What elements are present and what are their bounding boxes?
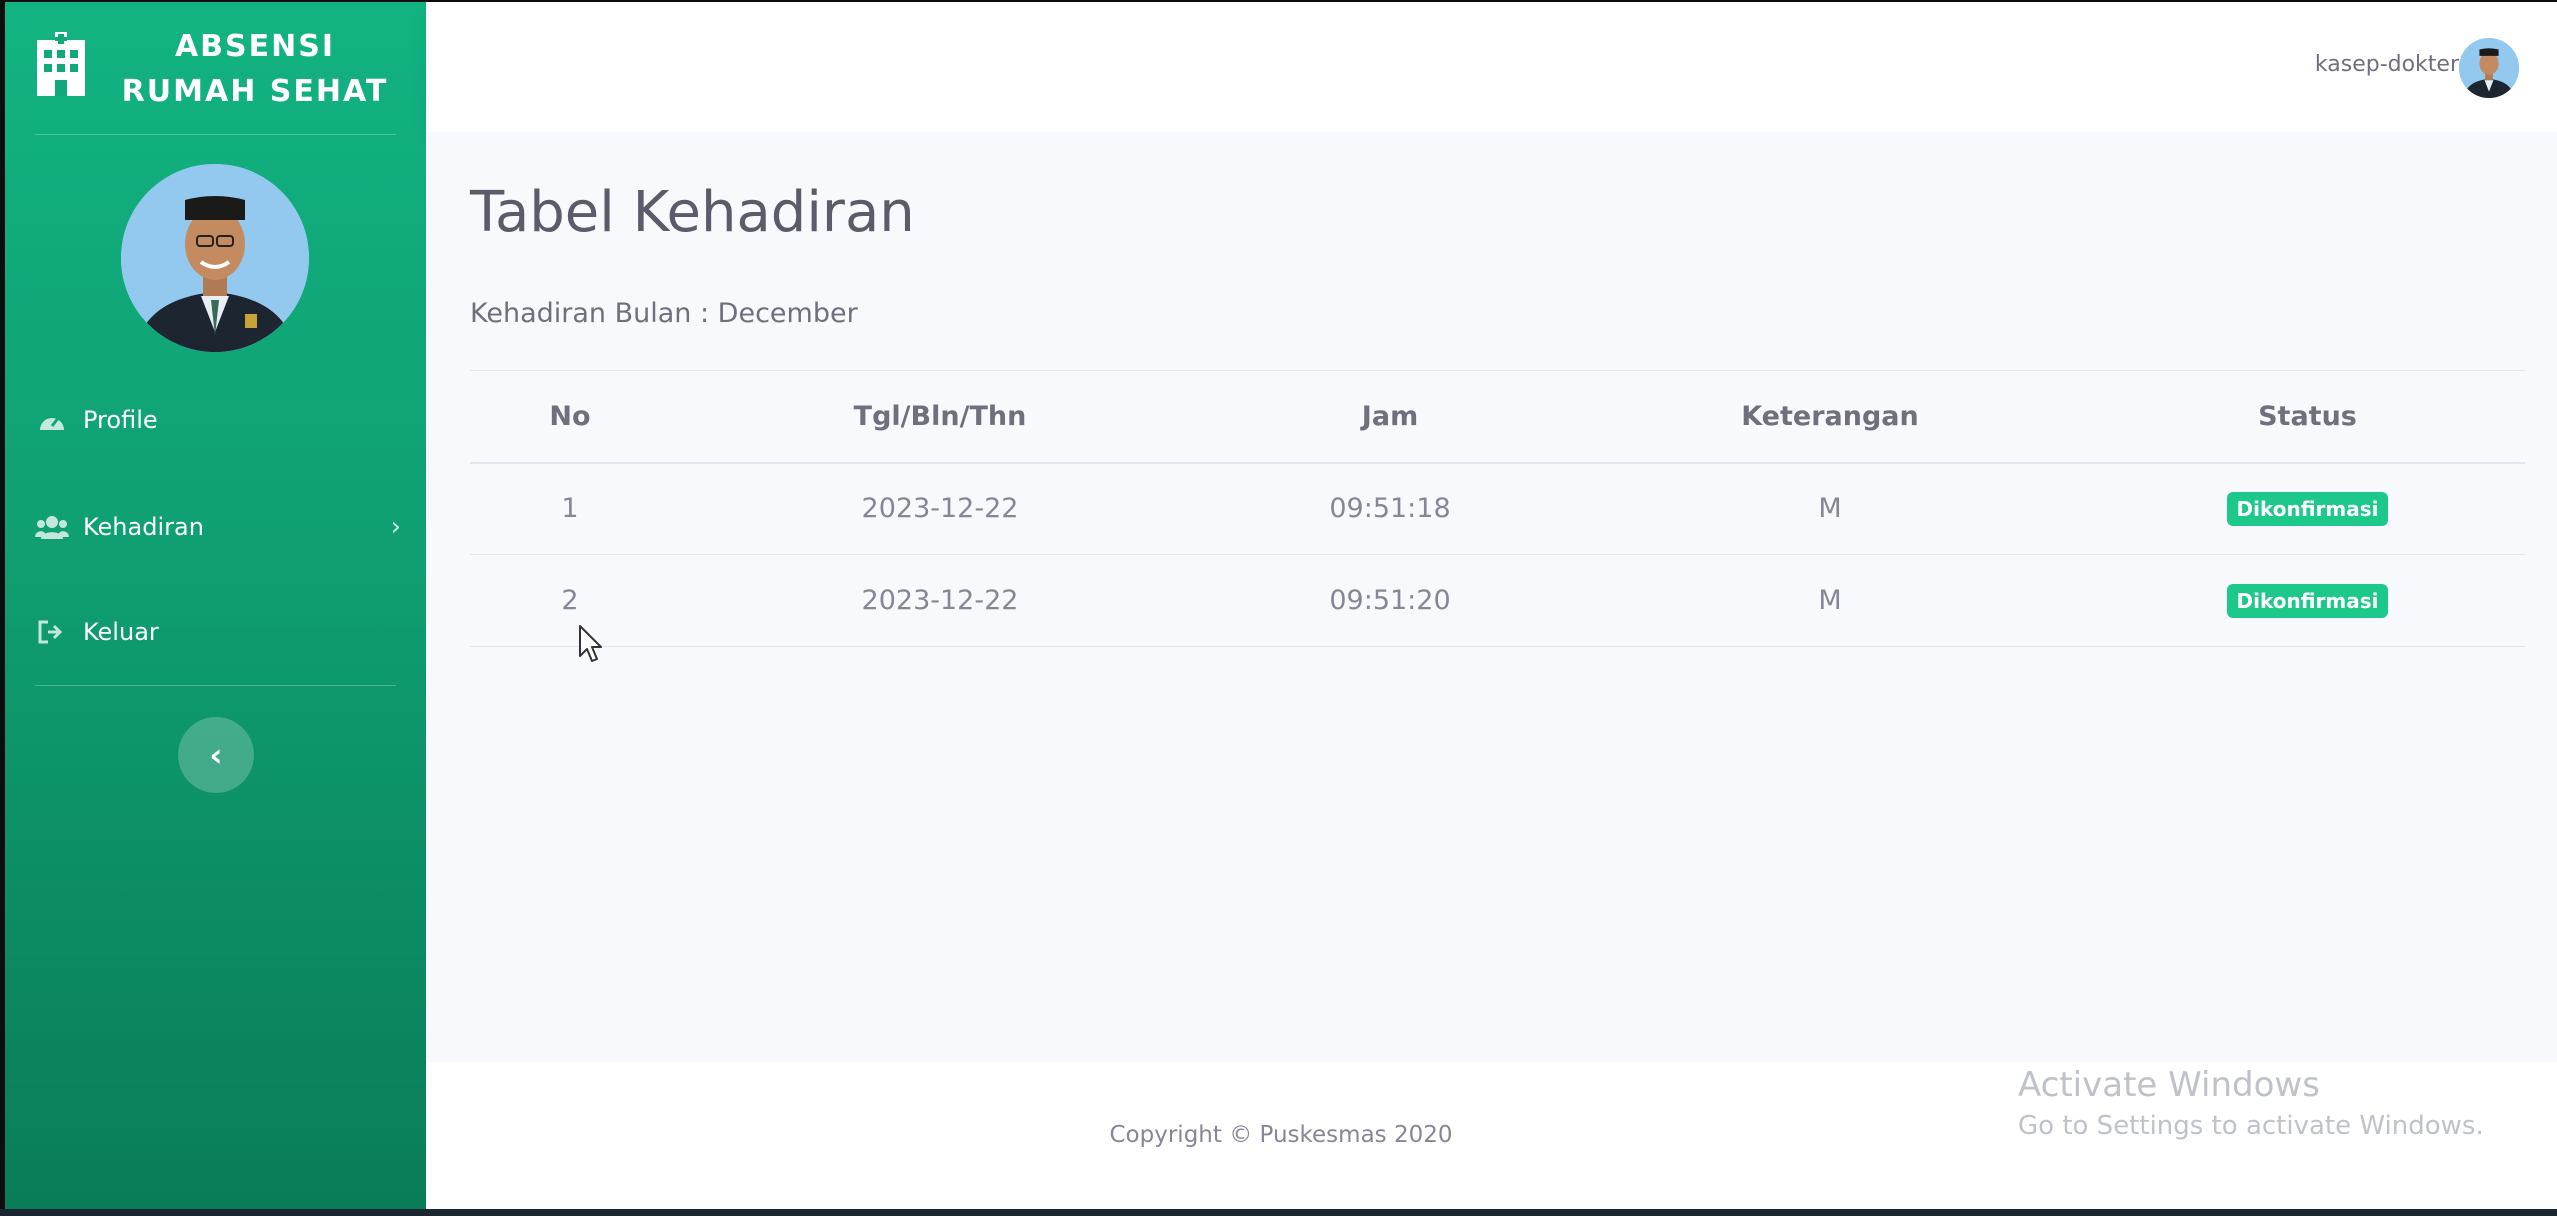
column-header-time: Jam	[1210, 370, 1570, 464]
topbar: kasep-dokter	[426, 2, 2557, 132]
cell-keterangan: M	[1570, 462, 2090, 555]
brand-title: ABSENSI RUMAH SEHAT	[105, 24, 405, 114]
cell-date: 2023-12-22	[670, 462, 1210, 555]
column-header-date: Tgl/Bln/Thn	[670, 370, 1210, 464]
hospital-icon	[37, 32, 85, 96]
attendance-table: No Tgl/Bln/Thn Jam Keterangan Status 1 2…	[470, 370, 2525, 647]
sidebar-brand[interactable]: ABSENSI RUMAH SEHAT	[5, 2, 426, 134]
taskbar-strip	[0, 1209, 2557, 1216]
sidebar-item-profile[interactable]: Profile	[35, 390, 405, 450]
brand-line-2: RUMAH SEHAT	[121, 74, 389, 109]
table-row: 2 2023-12-22 09:51:20 M Dikonfirmasi	[470, 554, 2525, 647]
table-row: 1 2023-12-22 09:51:18 M Dikonfirmasi	[470, 462, 2525, 555]
cell-date: 2023-12-22	[670, 554, 1210, 647]
watermark-title: Activate Windows	[2018, 1065, 2320, 1105]
column-header-status: Status	[2090, 370, 2525, 464]
sign-out-icon	[35, 615, 69, 649]
user-avatar[interactable]	[2459, 38, 2519, 98]
sidebar: ABSENSI RUMAH SEHAT Profile Kehadiran › …	[5, 2, 426, 1209]
chevron-left-icon: ‹	[209, 736, 223, 774]
table-header-row: No Tgl/Bln/Thn Jam Keterangan Status	[470, 370, 2525, 464]
month-subtitle: Kehadiran Bulan : December	[470, 298, 858, 329]
sidebar-divider	[35, 685, 396, 686]
sidebar-item-label: Keluar	[83, 618, 159, 646]
sidebar-toggle-button[interactable]: ‹	[178, 717, 254, 793]
cell-time: 09:51:20	[1210, 554, 1570, 647]
status-badge: Dikonfirmasi	[2226, 491, 2389, 526]
main-content: Tabel Kehadiran Kehadiran Bulan : Decemb…	[426, 132, 2557, 1062]
cell-time: 09:51:18	[1210, 462, 1570, 555]
cell-no: 1	[470, 462, 670, 555]
sidebar-item-label: Profile	[83, 406, 158, 434]
activate-windows-watermark: Activate Windows Go to Settings to activ…	[2018, 1065, 2484, 1141]
cell-status: Dikonfirmasi	[2090, 554, 2525, 647]
users-icon	[35, 510, 69, 544]
status-badge: Dikonfirmasi	[2226, 583, 2389, 618]
sidebar-divider	[35, 134, 396, 135]
user-name[interactable]: kasep-dokter	[2315, 52, 2459, 77]
cell-no: 2	[470, 554, 670, 647]
page-title: Tabel Kehadiran	[470, 180, 915, 245]
person-photo	[2459, 38, 2519, 98]
person-photo	[121, 164, 309, 352]
sidebar-item-label: Kehadiran	[83, 513, 204, 541]
chevron-right-icon: ›	[390, 512, 401, 542]
cell-status: Dikonfirmasi	[2090, 462, 2525, 555]
sidebar-item-keluar[interactable]: Keluar	[35, 602, 405, 662]
cell-keterangan: M	[1570, 554, 2090, 647]
dashboard-icon	[35, 403, 69, 437]
mouse-cursor-icon	[579, 625, 602, 662]
profile-avatar	[121, 164, 309, 352]
column-header-no: No	[470, 370, 670, 464]
watermark-subtitle: Go to Settings to activate Windows.	[2018, 1111, 2484, 1141]
column-header-keterangan: Keterangan	[1570, 370, 2090, 464]
sidebar-item-kehadiran[interactable]: Kehadiran ›	[35, 497, 405, 557]
brand-line-1: ABSENSI	[174, 29, 336, 64]
copyright-text: Copyright © Puskesmas 2020	[1109, 1122, 1453, 1148]
